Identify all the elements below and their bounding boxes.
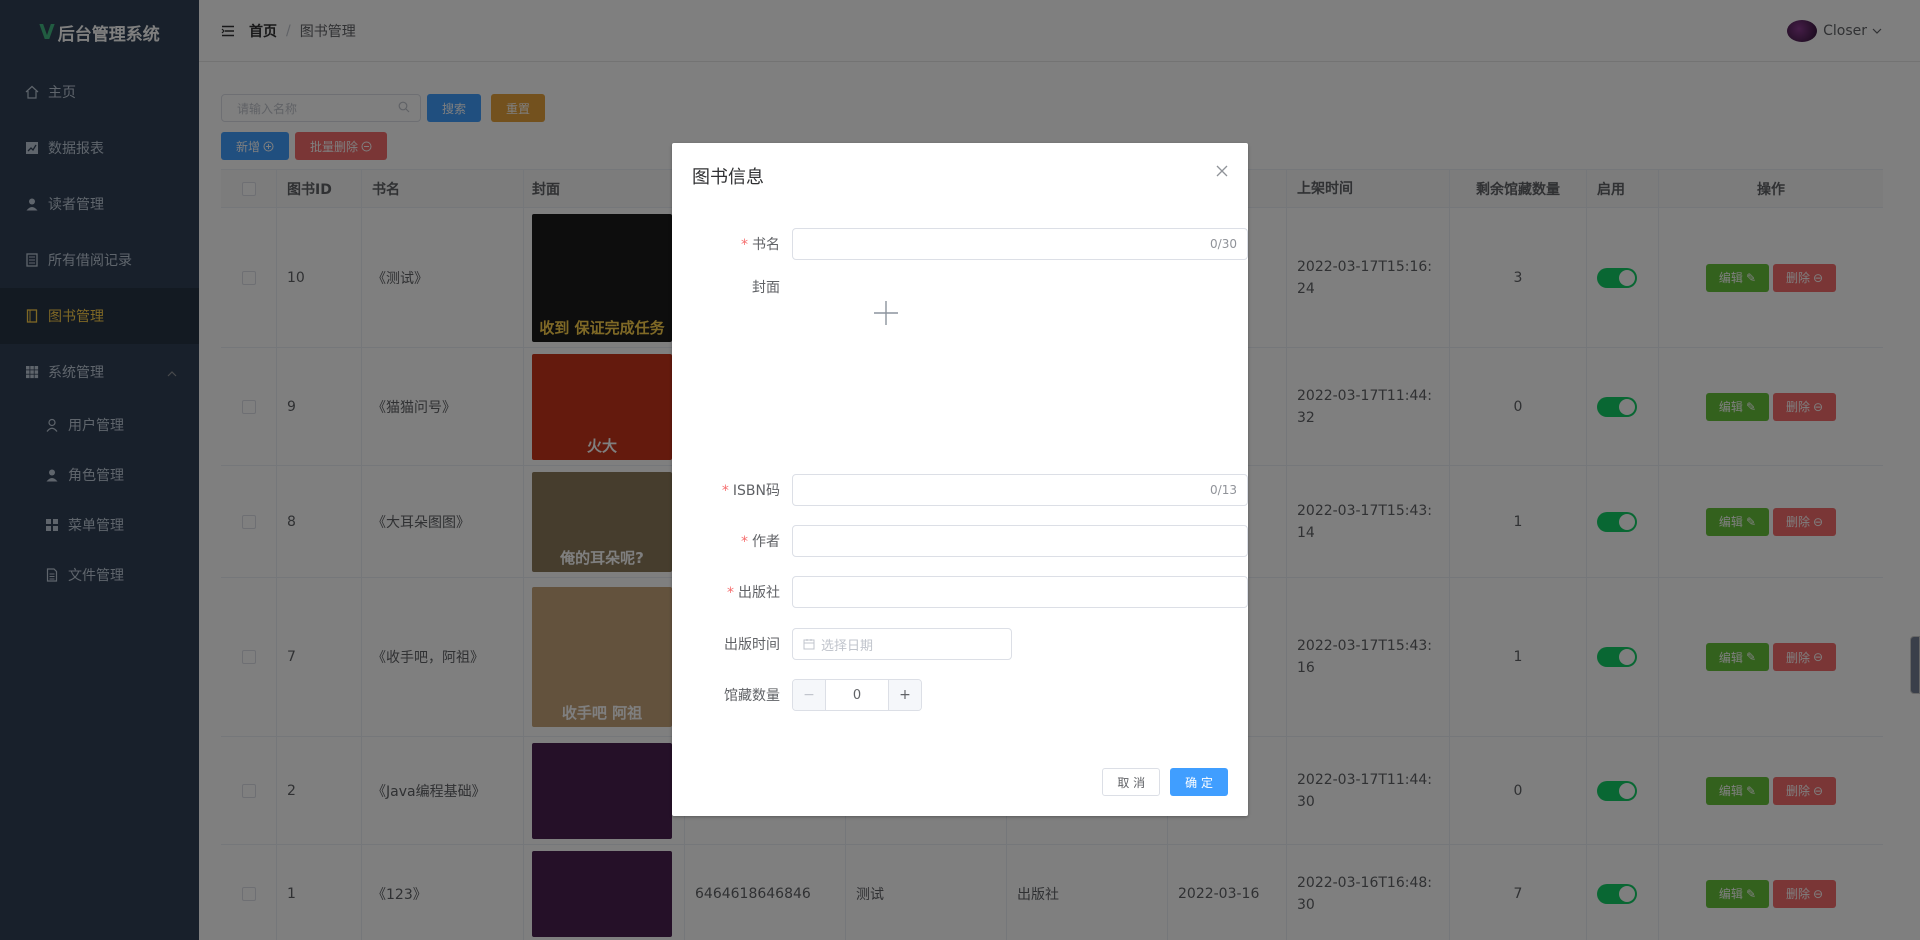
pubdate-picker[interactable]: 选择日期: [792, 628, 1012, 660]
dialog-title: 图书信息: [692, 167, 764, 188]
app-window: V 后台管理系统 主页 数据报表 读者管理 所有借阅记录 图书管理 系统管理: [0, 0, 1920, 940]
plus-icon: [873, 300, 899, 330]
isbn-counter: 0/13: [1210, 483, 1237, 497]
book-info-dialog: 图书信息 * 书名 0/30 封面 * ISBN码 0/13 * 作者 * 出版社 出版…: [672, 143, 1248, 816]
side-handle[interactable]: [1910, 636, 1920, 694]
isbn-label: * ISBN码: [721, 483, 780, 499]
pubdate-label: 出版时间: [724, 637, 780, 653]
form-row-publisher: * 出版社: [692, 576, 1248, 608]
count-label: 馆藏数量: [724, 688, 780, 704]
cancel-button[interactable]: 取 消: [1102, 768, 1161, 796]
cover-uploader[interactable]: [812, 241, 960, 389]
form-row-isbn: * ISBN码 0/13: [692, 474, 1248, 506]
form-row-author: * 作者: [692, 525, 1248, 557]
calendar-icon: [803, 638, 815, 650]
increase-button[interactable]: +: [889, 680, 921, 710]
dialog-footer: 取 消 确 定: [1102, 768, 1228, 796]
name-label: * 书名: [741, 237, 780, 253]
isbn-input[interactable]: 0/13: [792, 474, 1248, 506]
form-row-count: 馆藏数量 − 0 +: [692, 679, 922, 711]
pubdate-placeholder: 选择日期: [821, 638, 874, 654]
count-value[interactable]: 0: [825, 680, 889, 710]
count-stepper: − 0 +: [792, 679, 922, 711]
name-counter: 0/30: [1210, 237, 1237, 251]
form-row-pubdate: 出版时间 选择日期: [692, 628, 1012, 660]
author-label: * 作者: [741, 534, 780, 550]
publisher-input[interactable]: [792, 576, 1248, 608]
cover-label: 封面: [752, 280, 780, 296]
form-row-cover: 封面: [692, 277, 792, 297]
form-row-name: * 书名 0/30: [692, 228, 1248, 260]
close-icon[interactable]: [1216, 163, 1228, 181]
publisher-label: * 出版社: [727, 585, 780, 601]
author-input[interactable]: [792, 525, 1248, 557]
confirm-button[interactable]: 确 定: [1170, 768, 1228, 796]
decrease-button[interactable]: −: [793, 680, 825, 710]
